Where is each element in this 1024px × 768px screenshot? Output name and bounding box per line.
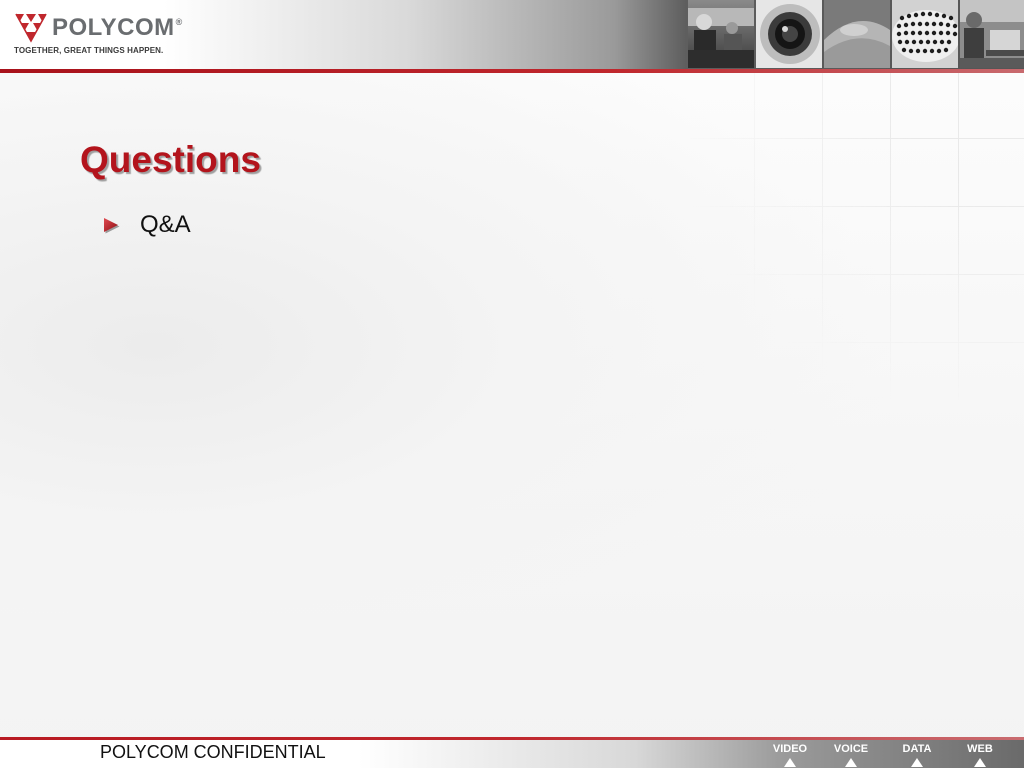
speaker-grille-photo (892, 0, 958, 68)
arrow-up-icon (845, 758, 857, 767)
slide: POLYCOM® TOGETHER, GREAT THINGS HAPPEN. (0, 0, 1024, 768)
header-divider (0, 69, 1024, 73)
polycom-logo: POLYCOM® TOGETHER, GREAT THINGS HAPPEN. (14, 10, 184, 60)
red-triangle-bullet-icon (104, 218, 120, 234)
slide-title: Questions (80, 139, 261, 180)
confidential-label: POLYCOM CONFIDENTIAL (100, 742, 326, 762)
background-grid (690, 70, 1024, 400)
footer-nav-video: VIDEO (760, 742, 820, 768)
logo-tagline: TOGETHER, GREAT THINGS HAPPEN. (14, 46, 164, 55)
arrow-up-icon (784, 758, 796, 767)
footer-nav-voice: VOICE (821, 742, 881, 768)
arrow-up-icon (974, 758, 986, 767)
camera-lens-photo (756, 0, 822, 68)
people-photo (688, 0, 754, 68)
footer-nav-data: DATA (887, 742, 947, 768)
arrow-up-icon (911, 758, 923, 767)
laptop-user-photo (960, 0, 1024, 68)
footer-nav-web: WEB (950, 742, 1010, 768)
polycom-triangle-logo-icon (15, 13, 47, 43)
header-bar: POLYCOM® TOGETHER, GREAT THINGS HAPPEN. (0, 0, 1024, 70)
bullet-text: Q&A (140, 211, 191, 238)
conference-phone-photo (824, 0, 890, 68)
logo-wordmark: POLYCOM® (52, 14, 183, 41)
